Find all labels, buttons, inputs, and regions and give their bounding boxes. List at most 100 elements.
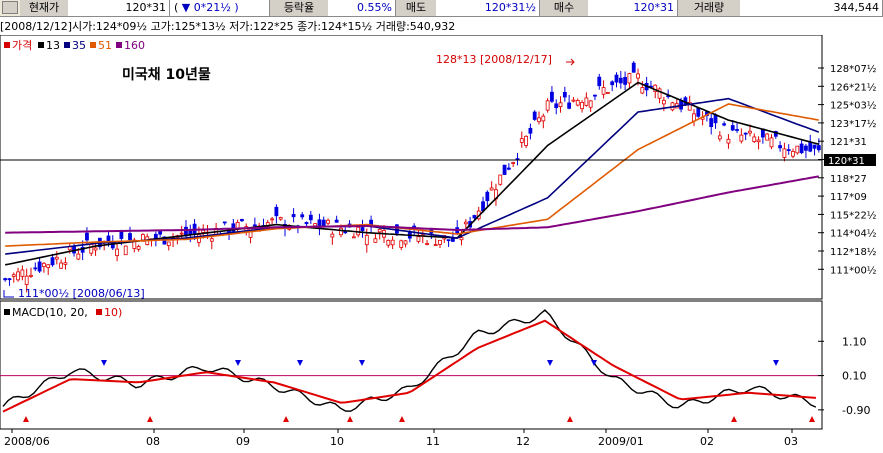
x-axis-ticks: 2008/06 08 09 10 11 12 2009/01 02 03 bbox=[4, 429, 798, 448]
candle-body bbox=[558, 102, 563, 108]
candle-body bbox=[119, 231, 124, 239]
macd-y-tick-label: 0.10 bbox=[842, 370, 867, 383]
candle-body bbox=[532, 111, 537, 120]
candle-body bbox=[377, 229, 382, 233]
candle-body bbox=[128, 233, 132, 241]
candle-body bbox=[85, 232, 89, 241]
price-chart[interactable]: 128*07½126*21½125*03½123*17½121*31120*13… bbox=[0, 35, 883, 453]
legend-160: 160 bbox=[124, 39, 145, 52]
candle-body bbox=[7, 278, 12, 281]
candle-body bbox=[459, 237, 464, 241]
y-axis-ticks: 128*07½126*21½125*03½123*17½121*31120*13… bbox=[818, 63, 877, 417]
candle-body bbox=[588, 100, 593, 108]
x-tick-label: 10 bbox=[330, 435, 344, 448]
candle-body bbox=[438, 239, 442, 245]
change-rate-label: 등락율 bbox=[270, 0, 329, 16]
candle-body bbox=[804, 145, 808, 151]
candle-body bbox=[395, 224, 399, 234]
candle-body bbox=[812, 144, 817, 149]
price-y-tick-label: 126*21½ bbox=[830, 81, 877, 93]
candle-body bbox=[498, 174, 503, 185]
candle-body bbox=[756, 139, 761, 143]
candle-body bbox=[485, 191, 490, 202]
down-arrow-icon: ▼ bbox=[181, 1, 191, 14]
bid-value: 120*31 bbox=[588, 0, 678, 16]
candle-body bbox=[636, 73, 640, 79]
candle-body bbox=[631, 62, 636, 73]
candle-body bbox=[89, 243, 94, 254]
candle-body bbox=[278, 217, 283, 220]
candle-body bbox=[472, 215, 477, 219]
candle-body bbox=[541, 115, 546, 122]
candle-body bbox=[351, 236, 356, 239]
candle-body bbox=[313, 223, 318, 227]
candle-body bbox=[42, 262, 46, 267]
candle-body bbox=[696, 107, 701, 117]
chart-settings-icon[interactable] bbox=[2, 1, 18, 14]
candle-body bbox=[115, 248, 119, 257]
legend-13: 13 bbox=[46, 39, 60, 52]
legend-box-35 bbox=[64, 42, 70, 48]
candle-body bbox=[778, 145, 782, 149]
candle-body bbox=[799, 143, 804, 154]
candle-body bbox=[433, 244, 438, 246]
ask-label: 매도 bbox=[396, 0, 437, 16]
macd-y-tick-label: 1.10 bbox=[842, 335, 867, 348]
current-price-value: 120*31 bbox=[68, 0, 170, 16]
candle-body bbox=[308, 214, 313, 221]
x-tick-label: 02 bbox=[700, 435, 714, 448]
chart-title: 미국채 10년물 bbox=[122, 67, 211, 83]
candle-body bbox=[11, 274, 16, 277]
candle-body bbox=[46, 264, 51, 268]
change-value: 0*21½ ) bbox=[193, 1, 239, 14]
ask-value: 120*31½ bbox=[436, 0, 540, 16]
candle-body bbox=[334, 219, 339, 223]
candle-body bbox=[519, 138, 524, 143]
bid-label: 매수 bbox=[540, 0, 589, 16]
candle-body bbox=[554, 103, 559, 109]
macd-y-tick-label: -0.90 bbox=[842, 404, 870, 417]
candle-body bbox=[567, 102, 572, 109]
candle-body bbox=[730, 125, 735, 131]
x-tick-label: 2008/06 bbox=[4, 435, 50, 448]
legend-box-51 bbox=[90, 42, 96, 48]
candle-body bbox=[765, 133, 770, 141]
candle-body bbox=[166, 241, 171, 247]
candle-body bbox=[726, 138, 731, 144]
candle-body bbox=[343, 231, 348, 234]
candle-body bbox=[364, 234, 369, 246]
candle-body bbox=[511, 162, 516, 164]
candle-body bbox=[3, 278, 8, 281]
candle-body bbox=[735, 129, 739, 131]
candle-body bbox=[782, 148, 787, 158]
x-tick-label: 11 bbox=[426, 435, 440, 448]
candle-body bbox=[59, 262, 64, 269]
price-y-tick-label: 111*00½ bbox=[830, 264, 877, 276]
candle-body bbox=[614, 74, 619, 83]
candle-body bbox=[136, 246, 141, 250]
x-tick-label: 03 bbox=[784, 435, 798, 448]
candle-body bbox=[562, 91, 567, 98]
candle-body bbox=[769, 137, 774, 148]
candle-body bbox=[627, 73, 632, 84]
candle-body bbox=[502, 164, 507, 175]
legend-box-price bbox=[4, 42, 10, 48]
candle-body bbox=[373, 238, 378, 243]
candle-body bbox=[463, 221, 468, 225]
candle-body bbox=[63, 262, 68, 265]
candle-body bbox=[360, 227, 365, 232]
candle-body bbox=[550, 91, 554, 102]
candle-body bbox=[610, 81, 615, 86]
macd-legend-label: MACD(10, 20, bbox=[12, 306, 88, 319]
price-y-tick-label: 123*17½ bbox=[830, 118, 877, 130]
price-y-tick-label: 114*04½ bbox=[830, 228, 877, 240]
candle-body bbox=[209, 238, 214, 242]
price-y-tick-label: 121*31 bbox=[830, 137, 867, 148]
candle-body bbox=[571, 99, 576, 102]
candle-body bbox=[709, 118, 714, 128]
candle-body bbox=[399, 240, 404, 248]
candle-body bbox=[717, 135, 722, 140]
quote-bar: 현재가 120*31 ( ▼ 0*21½ ) 등락율 0.55% 매도 120*… bbox=[0, 0, 883, 17]
candle-body bbox=[270, 218, 274, 221]
x-tick-label: 2009/01 bbox=[598, 435, 644, 448]
